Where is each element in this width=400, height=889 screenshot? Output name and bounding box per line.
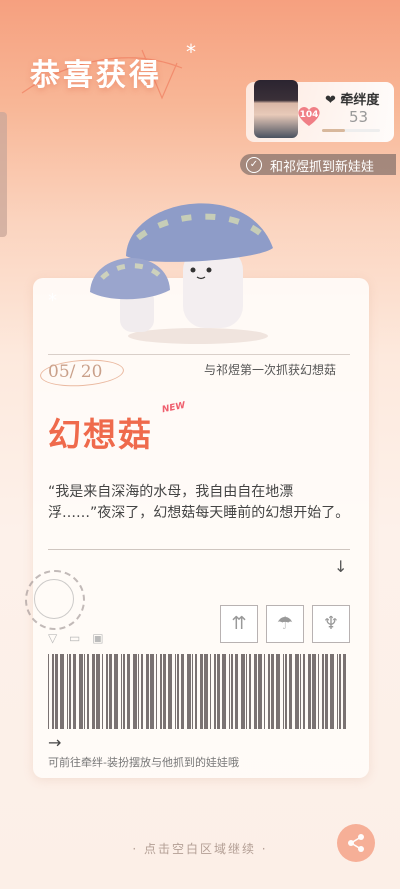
share-icon [348,834,364,852]
sparkle-icon: * [186,40,196,64]
barcode-bar [84,654,85,729]
barcode-bar [343,654,346,729]
barcode-bar [127,654,130,729]
barcode-bar [102,654,103,729]
barcode-bar [283,654,284,729]
barcode-bar [109,654,112,729]
barcode-bar [241,654,245,729]
barcode-bar [138,654,139,729]
barcode-bar [254,654,257,729]
barcode-bar [300,654,301,729]
barcode-bar [181,654,184,729]
barcode-bar [123,654,125,729]
barcode-bar [114,654,118,729]
bond-label: ❤ 牵绊度 [325,93,380,108]
barcode-bar [175,654,176,729]
barcode-bar [177,654,179,729]
first-caught-note: 与祁煜第一次抓获幻想菇 [204,363,337,377]
barcode-bar [55,654,58,729]
check-icon: ✓ [246,157,262,173]
barcode-bar [67,654,68,729]
barcode-bar [48,654,49,729]
share-button[interactable] [337,824,375,862]
barcode-bar [168,654,172,729]
barcode-bar [303,654,305,729]
barcode-bar [204,654,208,729]
down-arrow-icon: ↓ [334,557,348,576]
barcode-bar [210,654,211,729]
care-label-icons: ▽ ▭ ▣ [48,631,108,645]
barcode-bar [217,654,220,729]
barcode-bar [325,654,328,729]
postmark-stamp-inner [34,579,74,619]
barcode-bar [192,654,193,729]
bond-progress-fill [322,129,346,132]
barcode-bar [229,654,230,729]
barcode-bar [214,654,216,729]
barcode-bar [268,654,270,729]
barcode-bar [69,654,71,729]
barcode-bar [264,654,265,729]
barcode-bar [276,654,280,729]
bond-label-text: 牵绊度 [340,93,380,108]
barcode-bar [73,654,76,729]
barcode-bar [231,654,233,729]
right-arrow-icon: → [48,733,62,752]
barcode-bar [92,654,95,729]
item-name: 幻想菇 [48,415,153,454]
dress-up-hint[interactable]: 可前往牵绊-装扮摆放与他抓到的娃娃哦 [48,754,239,770]
barcode-bar [150,654,154,729]
page-title: 恭喜获得 [30,58,162,93]
mushroom-doll-image [90,203,273,344]
barcode-bar [246,654,247,729]
barcode-bar [312,654,316,729]
barcode-bar [79,654,83,729]
heart-level: 104 [299,110,319,120]
barcode-bar [163,654,166,729]
side-drawer-handle[interactable] [0,112,7,237]
barcode-bar [146,654,149,729]
barcode-bar [235,654,238,729]
barcode-bar [337,654,338,729]
barcode-bar [121,654,122,729]
barcode-bar [195,654,197,729]
barcode-bar [249,654,251,729]
barcode-bar [200,654,203,729]
barcode-bar [160,654,162,729]
barcode-bar [318,654,319,729]
barcode-bar [60,654,64,729]
barcode-bar [156,654,157,729]
barcode-bar [289,654,292,729]
sparkle-icon: * [48,290,57,311]
barcode-bar [52,654,54,729]
barcode-bar [285,654,287,729]
divider [48,354,350,355]
barcode-bar [271,654,274,729]
divider [48,549,350,550]
caught-message: 和祁煜抓到新娃娃 [270,160,375,175]
barcode-bar [308,654,311,729]
barcode-bar [222,654,226,729]
barcode-bar [106,654,108,729]
barcode-bar [133,654,137,729]
barcode-bar [322,654,324,729]
barcode-bar [295,654,299,729]
barcode [48,654,346,729]
barcode-bar [187,654,191,729]
collection-count: 05/ 20 [48,362,103,382]
barcode-bar [258,654,262,729]
bond-value: 53 [349,108,369,126]
item-description: “我是来自深海的水母，我自由自在地漂浮……”夜深了，幻想菇每天睡前的幻想开始了。 [48,484,350,521]
barcode-bar [96,654,100,729]
companion-avatar [254,80,298,138]
barcode-bar [141,654,143,729]
barcode-bar [87,654,89,729]
keep-dry-icon: ☂ [266,605,304,643]
this-way-up-icon: ⇈ [220,605,258,643]
barcode-bar [330,654,334,729]
fragile-icon: ♆ [312,605,350,643]
barcode-bar [339,654,341,729]
